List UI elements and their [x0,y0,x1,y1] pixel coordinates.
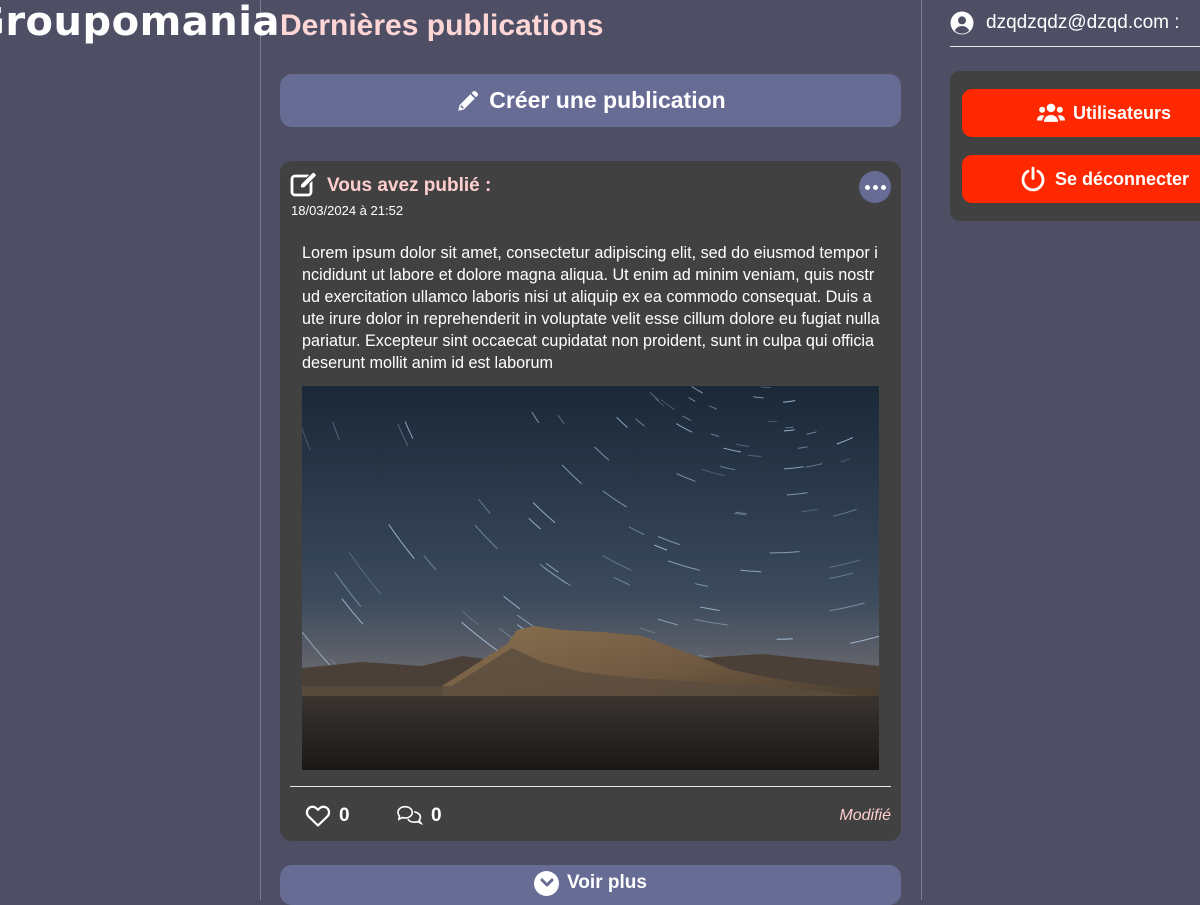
post-options-button[interactable] [859,171,891,203]
logout-button[interactable]: Se déconnecter [962,155,1200,203]
feed-column: Dernières publications Créer une publica… [261,0,922,905]
post-date: 18/03/2024 à 21:52 [291,203,404,218]
right-column: dzqdzqdz@dzqd.com : Utilisateurs Se déco… [922,0,1200,900]
comment-button[interactable]: 0 [397,802,442,830]
user-divider [950,46,1200,47]
left-column: Groupomania [0,0,279,900]
heart-icon [305,805,331,827]
power-icon [1021,166,1045,192]
page-title: Dernières publications [280,9,604,42]
edit-square-icon [290,171,317,197]
user-menu-panel: Utilisateurs Se déconnecter [950,71,1200,221]
users-label: Utilisateurs [1072,102,1172,123]
post-card: Vous avez publié : 18/03/2024 à 21:52 Lo… [280,161,901,841]
user-info: dzqdzqdz@dzqd.com : [950,8,1200,38]
brand-logo[interactable]: Groupomania [0,0,280,45]
post-text: Lorem ipsum dolor sit amet, consectetur … [302,244,880,372]
pencil-icon [458,90,479,111]
post-header-label: Vous avez publié : [327,175,492,196]
user-email: dzqdzqdz@dzqd.com : [986,12,1180,33]
users-icon [1036,103,1065,122]
user-circle-icon [950,11,974,35]
chevron-down-icon [534,870,560,896]
comments-icon [397,805,423,826]
edited-tag: Modifié [839,807,891,824]
see-more-button[interactable]: Voir plus [280,865,901,905]
comment-count: 0 [431,805,442,826]
like-button[interactable]: 0 [305,802,350,830]
post-image[interactable] [302,386,879,770]
users-button[interactable]: Utilisateurs [962,89,1200,137]
ellipsis-icon [864,184,870,190]
post-divider [290,786,891,787]
see-more-label: Voir plus [567,872,647,893]
logout-label: Se déconnecter [1054,168,1190,189]
create-post-button[interactable]: Créer une publication [280,74,901,127]
like-count: 0 [339,805,350,826]
create-post-label: Créer une publication [489,87,726,113]
